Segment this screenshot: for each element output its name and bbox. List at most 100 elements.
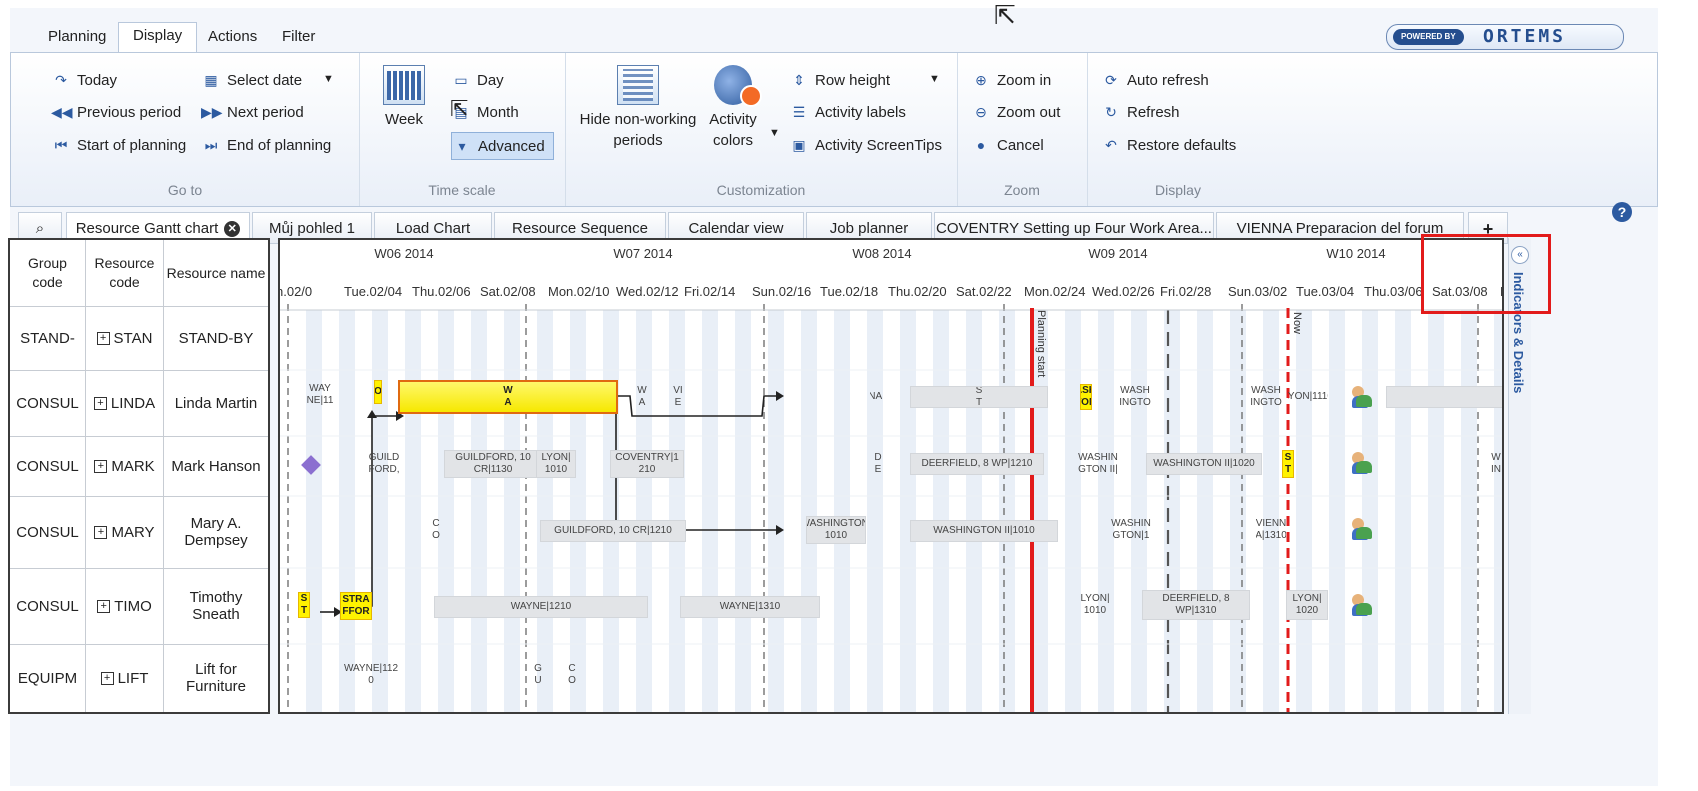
table-row[interactable]: EQUIPM + LIFT Lift for Furniture bbox=[10, 644, 268, 712]
activity-bar[interactable]: WASH INGTO bbox=[1246, 384, 1286, 410]
activity-bar[interactable]: W IN bbox=[1486, 450, 1502, 478]
day-stripe bbox=[669, 310, 685, 712]
table-row[interactable]: CONSUL + MARK Mark Hanson bbox=[10, 436, 268, 497]
zoom-in-button[interactable]: ⊕ Zoom in bbox=[971, 67, 1051, 93]
table-row[interactable]: CONSUL + TIMO Timothy Sneath bbox=[10, 568, 268, 645]
row-height-dropdown-icon[interactable]: ▼ bbox=[929, 73, 940, 85]
tab-display[interactable]: Display bbox=[118, 22, 198, 53]
zoom-in-icon: ⊕ bbox=[975, 72, 987, 88]
activity-bar[interactable]: WASHIN GTON|1 bbox=[1080, 384, 1092, 410]
people-icon[interactable] bbox=[1350, 452, 1372, 474]
previous-period-button[interactable]: ◀◀ Previous period bbox=[51, 99, 181, 125]
activity-bar[interactable]: GUILDFORD, 10 CR|1210 bbox=[540, 520, 686, 542]
activity-bar[interactable]: C O bbox=[430, 516, 442, 544]
activity-bar[interactable]: S T bbox=[910, 386, 1048, 408]
expand-icon[interactable]: + bbox=[94, 459, 108, 473]
activity-bar[interactable]: WASHIN GTON II| bbox=[1074, 450, 1122, 478]
people-icon[interactable] bbox=[1350, 594, 1372, 616]
today-button[interactable]: ↷ Today bbox=[51, 67, 117, 93]
day-stripe bbox=[1362, 310, 1378, 712]
day-label: Wed.02/26 bbox=[1092, 284, 1155, 299]
day-label: Sun.02/16 bbox=[752, 284, 811, 299]
activity-bar[interactable]: WAYNE|1310 bbox=[680, 596, 820, 618]
select-date-button[interactable]: ▦ Select date bbox=[201, 67, 302, 93]
row-height-icon: ⇕ bbox=[793, 72, 805, 88]
activity-bar[interactable]: LYON| 1010 bbox=[536, 450, 576, 478]
select-date-dropdown-icon[interactable]: ▼ bbox=[323, 73, 334, 85]
table-row[interactable]: CONSUL + MARY Mary A. Dempsey bbox=[10, 496, 268, 569]
auto-refresh-button[interactable]: ⟳ Auto refresh bbox=[1101, 67, 1209, 93]
week-button[interactable]: Week bbox=[371, 65, 437, 130]
activity-bar[interactable]: STRAFFORD|1210 bbox=[374, 380, 382, 404]
people-icon[interactable] bbox=[1350, 518, 1372, 540]
column-header-resource-code[interactable]: Resource code bbox=[86, 240, 164, 306]
tab-actions[interactable]: Actions bbox=[194, 24, 271, 50]
end-of-planning-button[interactable]: ⏭ End of planning bbox=[201, 132, 332, 158]
activity-bar[interactable]: GUILD FORD, bbox=[366, 450, 402, 478]
activity-bar[interactable]: STRA FFOR bbox=[340, 592, 372, 620]
activity-bar[interactable] bbox=[1386, 386, 1502, 408]
people-icon[interactable] bbox=[1350, 386, 1372, 408]
grid-header-row: Group code Resource code Resource name bbox=[10, 240, 268, 307]
expand-icon[interactable]: + bbox=[94, 525, 108, 539]
zoom-out-button[interactable]: ⊖ Zoom out bbox=[971, 99, 1060, 125]
activity-bar[interactable]: S T bbox=[298, 592, 310, 618]
day-button[interactable]: ▭ Day bbox=[451, 67, 503, 93]
activity-bar[interactable]: D E bbox=[872, 450, 884, 478]
advanced-button[interactable]: ▾ Advanced bbox=[451, 132, 554, 160]
activity-bar[interactable]: VI E bbox=[672, 384, 684, 410]
tab-planning[interactable]: Planning bbox=[34, 24, 120, 50]
hide-nonworking-button[interactable]: Hide non-working periods bbox=[573, 65, 703, 151]
activity-bar[interactable]: WASHINGTON II|1020 bbox=[1146, 453, 1262, 475]
activity-bar[interactable]: WAY NE|11 bbox=[306, 382, 334, 408]
refresh-button[interactable]: ↻ Refresh bbox=[1101, 99, 1179, 125]
activity-bar[interactable]: VIENN A|1310 bbox=[1256, 516, 1286, 544]
activity-bar[interactable]: WAYNE|1210 bbox=[434, 596, 648, 618]
activity-screentips-button[interactable]: ▣ Activity ScreenTips bbox=[789, 132, 942, 158]
activity-colors-button[interactable]: Activity colors bbox=[703, 65, 763, 151]
activity-bar[interactable]: WAYNE|112 0 bbox=[336, 660, 406, 690]
activity-bar[interactable]: G U bbox=[532, 660, 544, 690]
help-icon[interactable]: ? bbox=[1612, 202, 1632, 222]
day-label: n.02/0 bbox=[280, 284, 312, 299]
globe-icon: ● bbox=[976, 137, 986, 153]
activity-bar[interactable]: W A bbox=[636, 384, 648, 410]
activity-bar[interactable]: GUILDFORD, 10 CR|1130 bbox=[444, 450, 542, 478]
activity-bar[interactable]: WASHIN GTON|1 bbox=[1106, 516, 1156, 544]
row-height-button[interactable]: ⇕ Row height bbox=[789, 67, 890, 93]
ribbon: ↷ Today ◀◀ Previous period ⏮ Start of plann… bbox=[10, 52, 1658, 207]
activity-bar[interactable]: LYON| 1020 bbox=[1286, 590, 1328, 620]
activity-bar[interactable]: LYON| 1010 bbox=[1076, 590, 1114, 620]
restore-defaults-button[interactable]: ↶ Restore defaults bbox=[1101, 132, 1236, 158]
activity-bar[interactable]: WASHINGTON| 1010 bbox=[806, 516, 866, 544]
activity-bar[interactable]: COVENTRY|1 210 bbox=[610, 450, 684, 478]
activity-bar[interactable]: VIENNA|1210 bbox=[870, 384, 882, 410]
activity-bar[interactable]: S T bbox=[1282, 450, 1294, 478]
activity-bar[interactable]: WASHINGTON II|1010 bbox=[910, 520, 1058, 542]
expand-icon[interactable]: + bbox=[100, 671, 114, 685]
day-label: Tue.03/04 bbox=[1296, 284, 1354, 299]
cancel-zoom-button[interactable]: ● Cancel bbox=[971, 132, 1044, 158]
tab-filter[interactable]: Filter bbox=[268, 24, 329, 50]
activity-bar[interactable]: WASH INGTO bbox=[1110, 384, 1160, 410]
day-stripe bbox=[867, 310, 883, 712]
expand-icon[interactable]: + bbox=[93, 396, 107, 410]
expand-icon[interactable]: + bbox=[97, 599, 111, 613]
activity-labels-button[interactable]: ☰ Activity labels bbox=[789, 99, 906, 125]
close-tab-icon[interactable]: ✕ bbox=[224, 221, 241, 238]
column-header-group-code[interactable]: Group code bbox=[10, 240, 86, 306]
column-header-resource-name[interactable]: Resource name bbox=[164, 240, 268, 306]
activity-bar[interactable]: W A bbox=[398, 380, 618, 414]
table-row[interactable]: STAND- + STAN STAND-BY bbox=[10, 306, 268, 371]
activity-colors-dropdown-icon[interactable]: ▼ bbox=[769, 127, 780, 139]
start-of-planning-button[interactable]: ⏮ Start of planning bbox=[51, 132, 187, 158]
table-row[interactable]: CONSUL + LINDA Linda Martin bbox=[10, 370, 268, 437]
advanced-icon: ▾ bbox=[458, 138, 466, 154]
expand-icon[interactable]: + bbox=[96, 331, 110, 345]
day-stripe bbox=[504, 310, 520, 712]
activity-bar[interactable]: DEERFIELD, 8 WP|1310 bbox=[1142, 590, 1250, 620]
activity-bar[interactable]: LYON|1110 bbox=[1288, 384, 1328, 410]
next-period-button[interactable]: ▶▶ Next period bbox=[201, 99, 304, 125]
activity-bar[interactable]: C O bbox=[566, 660, 578, 690]
activity-bar[interactable]: DEERFIELD, 8 WP|1210 bbox=[910, 453, 1044, 475]
